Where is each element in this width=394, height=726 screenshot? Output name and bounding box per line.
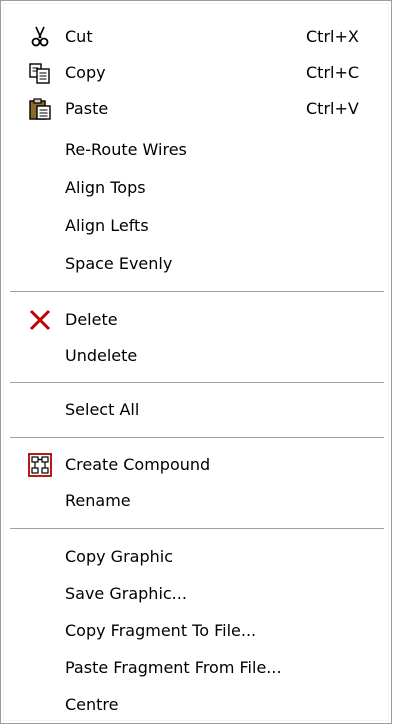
menu-separator: [10, 528, 384, 530]
menu-item-label: Undelete: [65, 346, 138, 365]
menu-item-re-route-wires[interactable]: Re-Route Wires: [4, 132, 390, 168]
menu-item-centre[interactable]: Centre: [4, 687, 390, 723]
menu-separator: [10, 382, 384, 384]
menu-item-label: Copy Graphic: [65, 547, 173, 566]
menu-item-paste-fragment-from-file[interactable]: Paste Fragment From File...: [4, 650, 390, 686]
context-menu: Cut Ctrl+X Copy Ctrl+C Paste Ctrl+V Re-R…: [0, 0, 392, 724]
menu-separator: [10, 291, 384, 293]
menu-item-label: Re-Route Wires: [65, 140, 187, 159]
clipboard-icon: [29, 98, 51, 120]
menu-item-label: Copy: [65, 63, 106, 82]
menu-item-label: Select All: [65, 400, 140, 419]
menu-item-label: Align Tops: [65, 178, 146, 197]
menu-item-label: Rename: [65, 491, 131, 510]
menu-item-save-graphic[interactable]: Save Graphic...: [4, 576, 390, 612]
menu-item-label: Save Graphic...: [65, 584, 187, 603]
delete-x-icon: [29, 309, 51, 331]
menu-item-space-evenly[interactable]: Space Evenly: [4, 246, 390, 282]
shortcut-label: Ctrl+C: [306, 63, 360, 82]
shortcut-label: Ctrl+V: [306, 99, 359, 118]
menu-item-paste[interactable]: Paste Ctrl+V: [4, 91, 390, 127]
menu-item-undelete[interactable]: Undelete: [4, 338, 390, 374]
menu-item-copy[interactable]: Copy Ctrl+C: [4, 55, 390, 91]
menu-item-align-tops[interactable]: Align Tops: [4, 170, 390, 206]
menu-item-label: Cut: [65, 27, 93, 46]
menu-item-rename[interactable]: Rename: [4, 483, 390, 519]
menu-item-label: Paste: [65, 99, 109, 118]
menu-item-create-compound[interactable]: Create Compound: [4, 447, 390, 483]
menu-item-label: Delete: [65, 310, 118, 329]
menu-item-label: Paste Fragment From File...: [65, 658, 282, 677]
menu-item-select-all[interactable]: Select All: [4, 392, 390, 428]
scissors-icon: [31, 26, 49, 47]
menu-item-label: Create Compound: [65, 455, 211, 474]
menu-item-delete[interactable]: Delete: [4, 302, 390, 338]
menu-item-label: Align Lefts: [65, 216, 149, 235]
menu-item-label: Copy Fragment To File...: [65, 621, 257, 640]
menu-item-copy-graphic[interactable]: Copy Graphic: [4, 539, 390, 575]
menu-separator: [10, 437, 384, 439]
menu-item-label: Centre: [65, 695, 119, 714]
shortcut-label: Ctrl+X: [306, 27, 359, 46]
menu-item-copy-fragment-to-file[interactable]: Copy Fragment To File...: [4, 613, 390, 649]
copy-icon: [29, 63, 50, 84]
menu-item-cut[interactable]: Cut Ctrl+X: [4, 19, 390, 55]
menu-item-label: Space Evenly: [65, 254, 173, 273]
compound-icon: [28, 453, 52, 477]
menu-item-align-lefts[interactable]: Align Lefts: [4, 208, 390, 244]
